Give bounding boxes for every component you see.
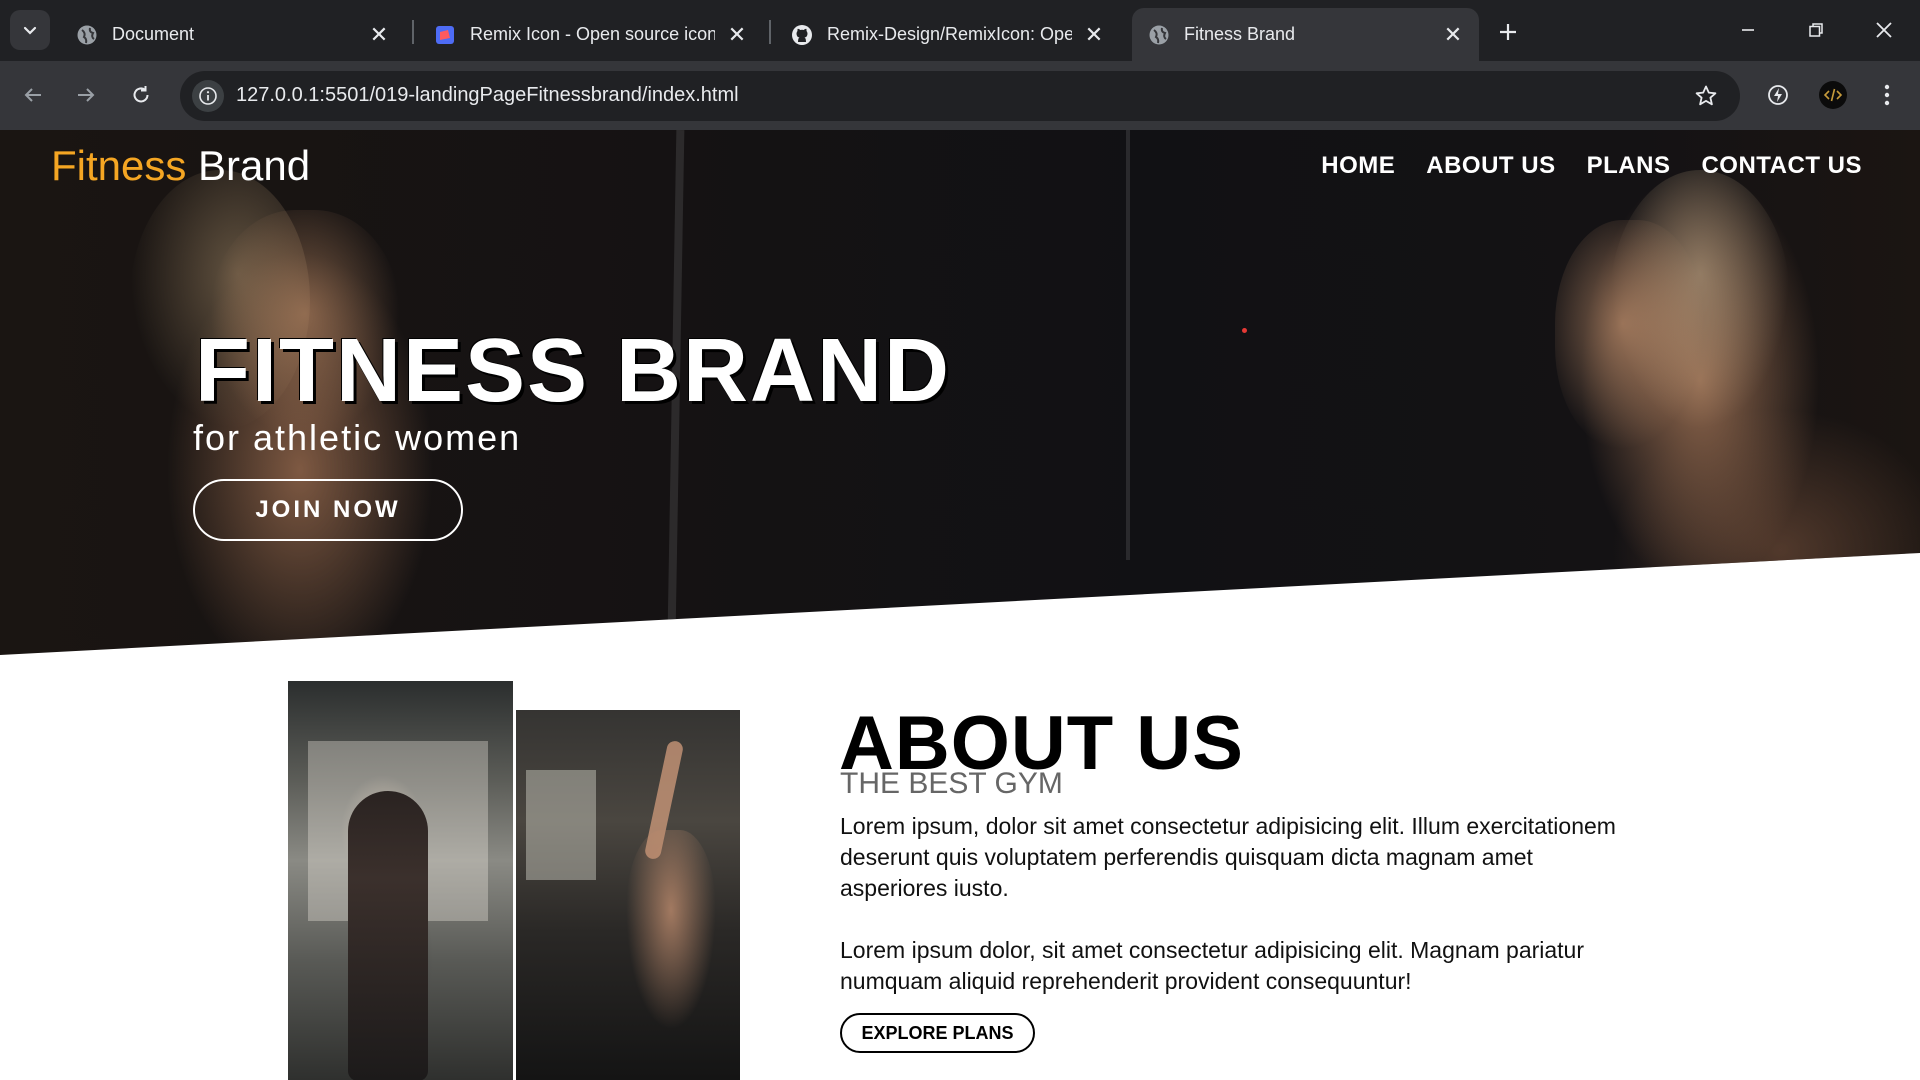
hero-section: Fitness Brand HOME ABOUT US PLANS CONTAC… (0, 130, 1920, 655)
about-photo-battle-ropes (288, 681, 513, 1080)
about-photo-side-plank (516, 710, 740, 1080)
arrow-right-icon (78, 88, 95, 102)
new-tab-button[interactable] (1490, 14, 1526, 50)
tab-fitness-brand[interactable]: Fitness Brand ✕ (1132, 8, 1479, 61)
info-icon (199, 87, 217, 105)
star-icon (1695, 85, 1717, 106)
tab-divider (412, 20, 414, 44)
bookmark-button[interactable] (1692, 82, 1720, 110)
tab-title: Document (112, 24, 195, 44)
join-now-button[interactable]: JOIN NOW (193, 479, 463, 541)
nav-link-home[interactable]: HOME (1321, 152, 1395, 180)
site-info-button[interactable] (192, 80, 224, 112)
close-icon[interactable]: ✕ (365, 21, 393, 49)
address-bar[interactable]: 127.0.0.1:5501/019-landingPageFitnessbra… (180, 71, 1740, 121)
page-viewport: Fitness Brand HOME ABOUT US PLANS CONTAC… (0, 130, 1920, 1080)
tab-search-button[interactable] (10, 10, 50, 50)
plus-icon (1500, 24, 1516, 40)
tab-github[interactable]: Remix-Design/RemixIcon: Open ✕ (775, 8, 1120, 61)
restore-button[interactable] (1794, 10, 1838, 50)
explore-plans-button[interactable]: EXPLORE PLANS (840, 1013, 1035, 1053)
browser-toolbar: 127.0.0.1:5501/019-landingPageFitnessbra… (0, 61, 1920, 130)
globe-icon (1148, 24, 1170, 46)
profile-extension-button[interactable] (1813, 75, 1853, 115)
code-extension-icon (1819, 81, 1847, 109)
tab-title: Fitness Brand (1184, 24, 1296, 44)
restore-icon (1809, 23, 1823, 37)
remix-icon-logo (434, 24, 456, 46)
back-button[interactable] (13, 75, 53, 115)
hero-subtitle: for athletic women (193, 417, 522, 458)
photo-woman-figure (348, 791, 428, 1080)
logo-word: Brand (186, 142, 311, 189)
more-vertical-icon (1884, 84, 1890, 106)
close-icon (1876, 22, 1892, 38)
tab-divider (769, 20, 771, 44)
hero-title: FITNESS BRAND (195, 321, 952, 421)
tab-title: Remix Icon - Open source icon (470, 24, 715, 44)
nav-link-plans[interactable]: PLANS (1587, 152, 1671, 180)
extension-button[interactable] (1758, 75, 1798, 115)
site-logo[interactable]: Fitness Brand (51, 142, 310, 190)
hero-background-pole (1126, 130, 1130, 560)
forward-button[interactable] (66, 75, 106, 115)
minimize-icon (1742, 29, 1754, 31)
close-icon[interactable]: ✕ (723, 21, 751, 49)
nav-link-contact-us[interactable]: CONTACT US (1701, 152, 1862, 180)
main-nav: HOME ABOUT US PLANS CONTACT US (1321, 152, 1862, 180)
close-window-button[interactable] (1862, 10, 1906, 50)
photo-woman-figure (626, 830, 716, 1030)
globe-icon (76, 24, 98, 46)
hero-background-light (1242, 328, 1247, 333)
url-path: :5501/019-landingPageFitnessbrand/index.… (319, 84, 739, 106)
about-paragraph: Lorem ipsum dolor, sit amet consectetur … (840, 937, 1585, 994)
tab-document[interactable]: Document ✕ (60, 8, 405, 61)
nav-link-about-us[interactable]: ABOUT US (1426, 152, 1555, 180)
about-subtitle: THE BEST GYM (840, 767, 1063, 800)
minimize-button[interactable] (1726, 10, 1770, 50)
logo-accent-word: Fitness (51, 142, 187, 189)
hero-image-face-right (1555, 220, 1705, 450)
tab-strip: Document ✕ Remix Icon - Open source icon… (0, 0, 1920, 61)
browser-menu-button[interactable] (1867, 75, 1907, 115)
close-icon[interactable]: ✕ (1080, 21, 1108, 49)
arrow-left-icon (24, 88, 41, 102)
tab-title: Remix-Design/RemixIcon: Open (827, 24, 1072, 44)
chevron-down-icon (23, 26, 37, 35)
close-icon[interactable]: ✕ (1439, 21, 1467, 49)
url-text: 127.0.0.1:5501/019-landingPageFitnessbra… (236, 84, 739, 107)
lightning-extension-icon (1768, 85, 1788, 105)
reload-button[interactable] (121, 75, 161, 115)
photo-window-light (526, 770, 596, 880)
github-icon (791, 24, 813, 46)
reload-icon (133, 86, 149, 103)
url-host: 127.0.0.1 (236, 84, 320, 106)
tab-remix-icon[interactable]: Remix Icon - Open source icon ✕ (418, 8, 763, 61)
about-paragraph: Lorem ipsum, dolor sit amet consectetur … (840, 813, 1616, 901)
